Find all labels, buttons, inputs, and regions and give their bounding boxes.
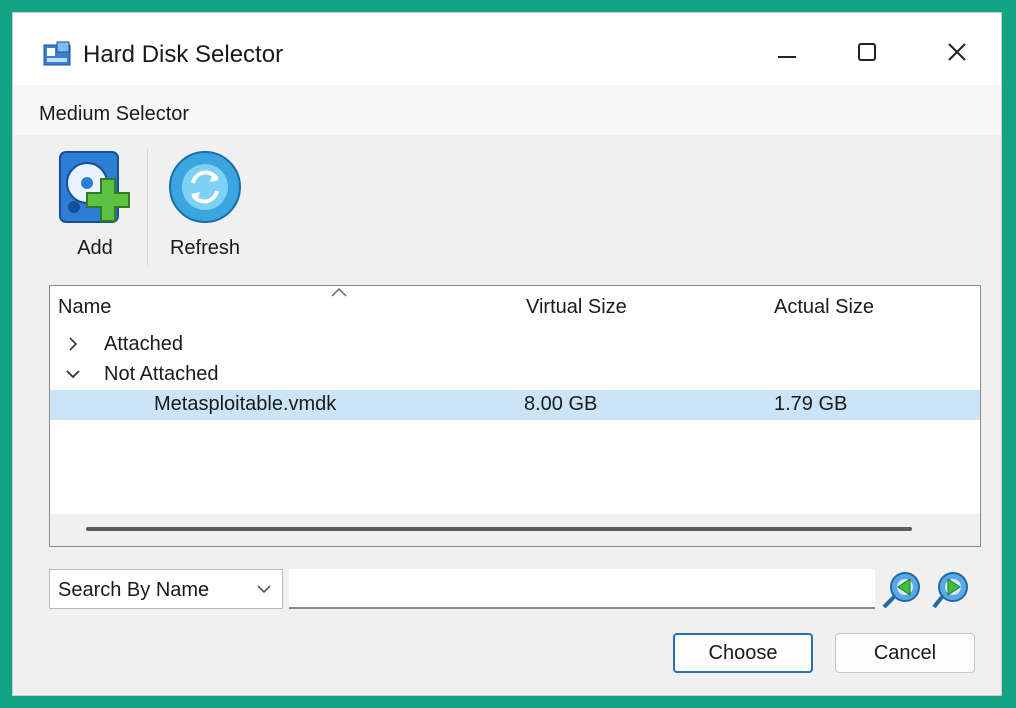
close-button[interactable] (927, 27, 987, 77)
minimize-button[interactable] (757, 27, 817, 77)
disk-actual-size: 1.79 GB (774, 393, 848, 415)
scrollbar-thumb[interactable] (86, 527, 912, 531)
cancel-button[interactable]: Cancel (835, 633, 975, 673)
table-header: Name Virtual Size Actual Size (50, 286, 980, 330)
chevron-down-icon (257, 585, 271, 594)
group-label: Attached (104, 333, 183, 355)
choose-button[interactable]: Choose (673, 633, 813, 673)
refresh-icon (169, 151, 241, 223)
search-next-icon (932, 572, 968, 609)
medium-tree[interactable]: Name Virtual Size Actual Size Attached N… (49, 285, 981, 547)
table-row[interactable]: Metasploitable.vmdk 8.00 GB 1.79 GB (50, 390, 980, 420)
menu-medium-selector[interactable]: Medium Selector (39, 103, 189, 126)
tree-group-not-attached[interactable]: Not Attached (50, 360, 980, 390)
column-header-name[interactable]: Name (58, 296, 111, 319)
add-button[interactable]: Add (47, 145, 143, 269)
horizontal-scrollbar[interactable] (50, 514, 980, 546)
chevron-down-icon[interactable] (64, 365, 82, 383)
chevron-right-icon[interactable] (64, 335, 82, 353)
tree-group-attached[interactable]: Attached (50, 330, 980, 360)
minimize-icon (778, 56, 796, 58)
add-disk-icon (59, 151, 130, 223)
column-header-virtual-size[interactable]: Virtual Size (526, 296, 627, 319)
group-label: Not Attached (104, 363, 219, 385)
search-mode-value: Search By Name (58, 579, 210, 601)
window-title: Hard Disk Selector (83, 41, 284, 68)
refresh-label: Refresh (169, 237, 241, 259)
toolbar: Add Refresh (13, 135, 1001, 281)
search-next-button[interactable] (931, 569, 975, 611)
virtualbox-app-icon (43, 41, 71, 66)
sort-ascending-icon (331, 287, 347, 297)
search-mode-select[interactable]: Search By Name (49, 569, 283, 609)
maximize-button[interactable] (837, 27, 897, 77)
column-header-actual-size[interactable]: Actual Size (774, 296, 874, 319)
close-icon (948, 43, 966, 61)
title-bar[interactable]: Hard Disk Selector (13, 13, 1001, 85)
refresh-button[interactable]: Refresh (157, 145, 253, 269)
maximize-icon (858, 43, 876, 61)
search-previous-button[interactable] (879, 569, 923, 611)
toolbar-separator (147, 149, 148, 265)
search-input[interactable] (289, 569, 875, 609)
menu-bar: Medium Selector (13, 85, 1001, 135)
disk-virtual-size: 8.00 GB (524, 393, 598, 415)
hard-disk-selector-window: Hard Disk Selector Medium Selector Add R… (12, 12, 1002, 696)
search-previous-icon (882, 572, 920, 609)
add-label: Add (77, 237, 113, 259)
disk-name: Metasploitable.vmdk (154, 393, 337, 415)
